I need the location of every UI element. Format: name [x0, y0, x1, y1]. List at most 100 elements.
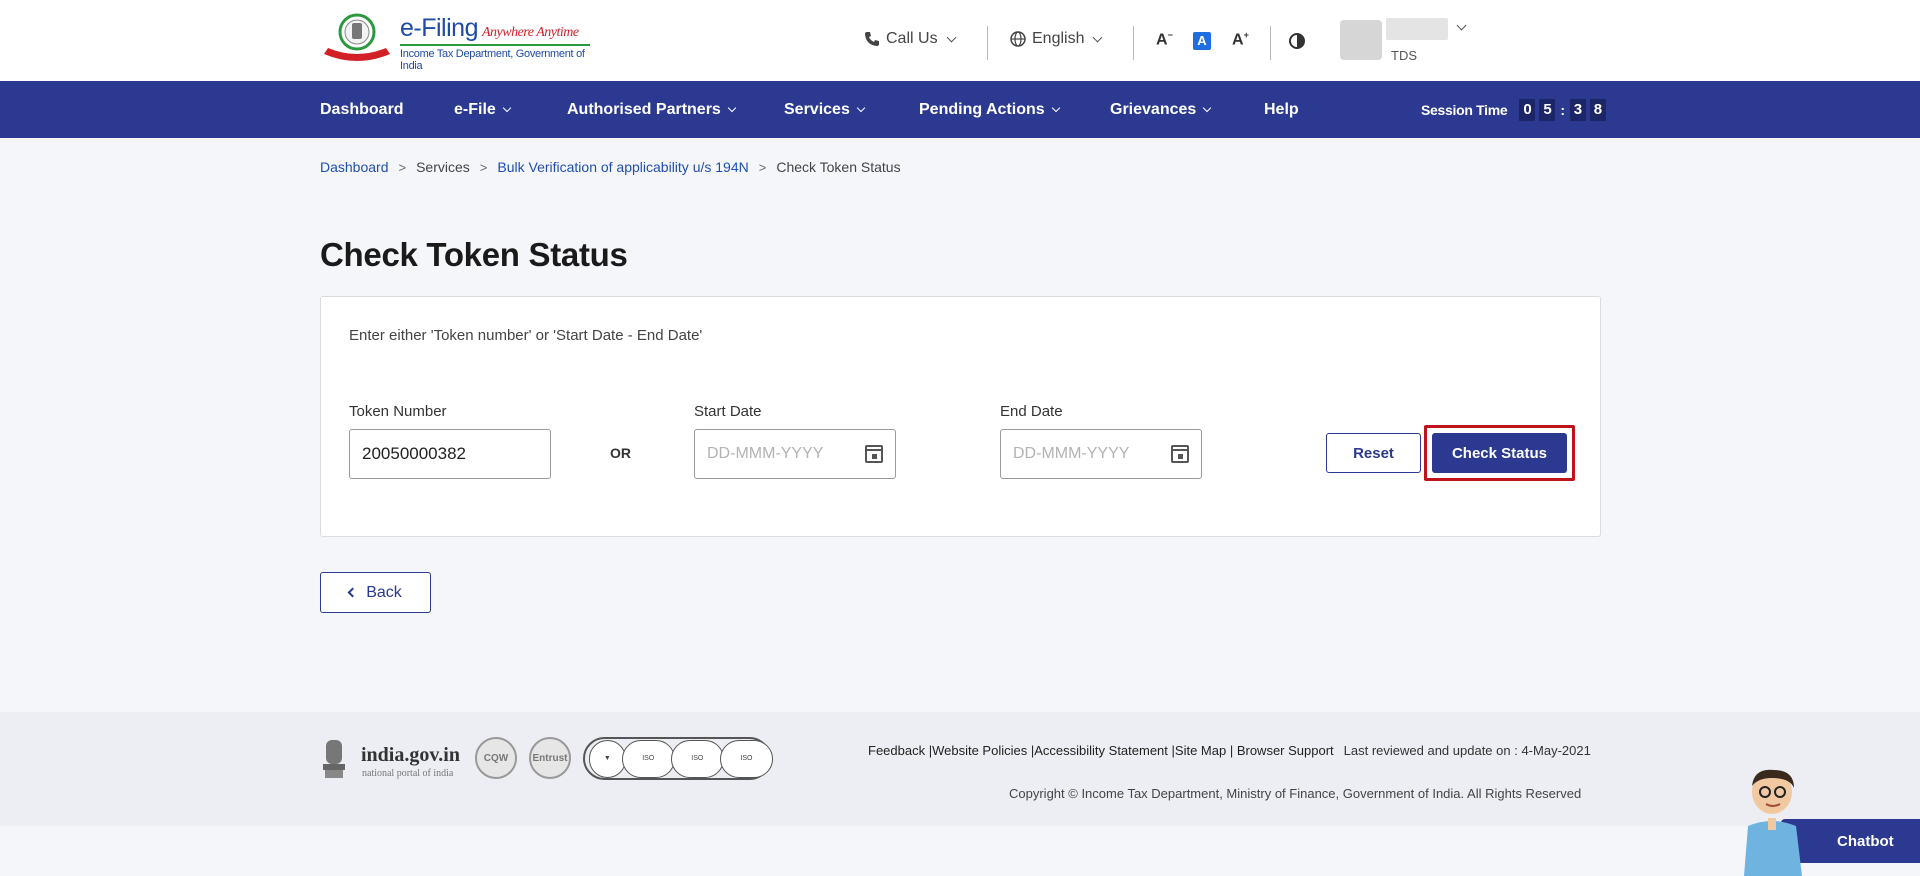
font-decrease-label: A: [1156, 31, 1168, 49]
nav-dashboard[interactable]: Dashboard: [320, 101, 404, 119]
check-status-highlight: Check Status: [1424, 425, 1575, 481]
back-label: Back: [366, 583, 402, 601]
call-us-dropdown[interactable]: Call Us: [864, 30, 957, 48]
token-number-label: Token Number: [349, 403, 447, 420]
call-us-label: Call Us: [886, 30, 938, 47]
session-digit: 5: [1539, 99, 1556, 121]
chevron-down-icon: [1051, 103, 1060, 113]
entrust-seal-icon: Entrust: [529, 737, 571, 779]
main-nav: Dashboard e-File Authorised Partners Ser…: [0, 81, 1920, 138]
font-increase-button[interactable]: A+: [1232, 30, 1249, 49]
india-gov-link[interactable]: india.gov.in: [361, 744, 460, 767]
session-digit: 0: [1519, 99, 1536, 121]
chevron-down-icon: [1203, 103, 1212, 113]
user-role: TDS: [1391, 48, 1417, 63]
chevron-down-icon: [727, 103, 737, 113]
chevron-down-icon: [502, 103, 512, 113]
session-label: Session Time: [1421, 102, 1508, 118]
header-divider: [1133, 26, 1134, 60]
start-date-label: Start Date: [694, 403, 762, 420]
globe-icon: [1010, 31, 1026, 47]
iso-badge-icon: ISO: [621, 739, 675, 778]
footer-link-accessibility[interactable]: Accessibility Statement: [1034, 743, 1168, 758]
calendar-icon[interactable]: [865, 445, 883, 463]
session-timer: Session Time 0 5 : 3 8: [1421, 99, 1606, 121]
header-divider: [987, 26, 988, 60]
nav-grievances-label: Grievances: [1110, 101, 1197, 118]
last-reviewed: Last reviewed and update on : 4-May-2021: [1343, 743, 1591, 758]
nav-grievances[interactable]: Grievances: [1110, 101, 1212, 119]
reset-button[interactable]: Reset: [1326, 433, 1421, 473]
session-digit: 3: [1569, 99, 1586, 121]
breadcrumb-dashboard[interactable]: Dashboard: [320, 159, 389, 175]
nav-authorised-partners[interactable]: Authorised Partners: [567, 101, 737, 119]
language-dropdown[interactable]: English: [1010, 30, 1103, 48]
page-title: Check Token Status: [320, 236, 628, 273]
chatbot-label[interactable]: Chatbot: [1837, 833, 1894, 850]
nav-authorised-partners-label: Authorised Partners: [567, 101, 721, 118]
calendar-icon[interactable]: [1171, 445, 1189, 463]
nav-efile[interactable]: e-File: [454, 101, 512, 119]
efiling-subtitle: Income Tax Department, Government of Ind…: [400, 44, 590, 72]
efiling-tagline: Anywhere Anytime: [481, 25, 579, 40]
user-menu-chevron-icon[interactable]: [1456, 20, 1467, 31]
back-button[interactable]: Back: [320, 572, 431, 613]
footer-link-browser-support[interactable]: Browser Support: [1237, 743, 1334, 758]
breadcrumb-bulk-verification[interactable]: Bulk Verification of applicability u/s 1…: [497, 159, 748, 175]
form-instruction: Enter either 'Token number' or 'Start Da…: [349, 327, 703, 344]
avatar[interactable]: [1340, 20, 1382, 60]
chevron-down-icon: [1093, 32, 1103, 42]
footer: india.gov.in national portal of india CQ…: [0, 712, 1920, 826]
font-increase-label: A: [1232, 31, 1244, 49]
breadcrumb-services: Services: [416, 159, 470, 175]
income-tax-emblem-icon: [324, 13, 390, 61]
font-decrease-button[interactable]: A−: [1156, 30, 1173, 49]
token-number-value: 20050000382: [362, 444, 467, 463]
contrast-toggle-icon[interactable]: [1289, 33, 1305, 49]
end-date-label: End Date: [1000, 403, 1063, 420]
nav-help-label: Help: [1264, 101, 1299, 118]
top-header: e-Filing Anywhere Anytime Income Tax Depa…: [0, 0, 1920, 81]
copyright: Copyright © Income Tax Department, Minis…: [1009, 786, 1582, 801]
chevron-down-icon: [856, 103, 866, 113]
end-date-input[interactable]: DD-MMM-YYYY: [1000, 429, 1202, 479]
phone-icon: [865, 32, 879, 46]
efiling-title: e-Filing Anywhere Anytime: [400, 14, 579, 43]
iso-certification-badges: ▼ ISO ISO ISO: [583, 737, 773, 780]
breadcrumb-separator: >: [758, 159, 767, 175]
iso-badge-icon: ISO: [670, 739, 724, 778]
start-date-placeholder: DD-MMM-YYYY: [707, 445, 824, 462]
end-date-placeholder: DD-MMM-YYYY: [1013, 445, 1130, 462]
efiling-logo[interactable]: e-Filing Anywhere Anytime Income Tax Depa…: [320, 10, 590, 72]
iso-badge-icon: ▼: [589, 739, 626, 778]
breadcrumb-current: Check Token Status: [776, 159, 901, 175]
language-label: English: [1032, 30, 1085, 47]
footer-link-site-map[interactable]: Site Map: [1175, 743, 1226, 758]
efiling-title-text: e-Filing: [400, 14, 478, 42]
session-colon: :: [1560, 102, 1565, 118]
chevron-left-icon: [347, 587, 358, 598]
font-normal-button[interactable]: A: [1193, 32, 1211, 50]
session-digit: 8: [1589, 99, 1606, 121]
breadcrumb-separator: >: [479, 159, 488, 175]
user-name-placeholder: [1386, 18, 1448, 40]
chatbot-avatar-icon[interactable]: [1738, 766, 1810, 876]
footer-links: Feedback |Website Policies |Accessibilit…: [868, 743, 1591, 758]
check-status-button[interactable]: Check Status: [1432, 433, 1567, 473]
footer-link-feedback[interactable]: Feedback: [868, 743, 925, 758]
chevron-down-icon: [946, 32, 957, 42]
cqw-seal-icon: CQW: [475, 737, 517, 779]
nav-help[interactable]: Help: [1264, 101, 1299, 119]
india-gov-subtitle: national portal of india: [362, 768, 454, 779]
footer-link-website-policies[interactable]: Website Policies: [932, 743, 1027, 758]
token-number-input[interactable]: 20050000382: [349, 429, 551, 479]
nav-dashboard-label: Dashboard: [320, 101, 404, 118]
header-divider: [1270, 26, 1271, 60]
nav-services[interactable]: Services: [784, 101, 866, 119]
iso-badge-icon: ISO: [719, 739, 773, 778]
nav-pending-actions-label: Pending Actions: [919, 101, 1045, 118]
start-date-input[interactable]: DD-MMM-YYYY: [694, 429, 896, 479]
nav-pending-actions[interactable]: Pending Actions: [919, 101, 1060, 119]
or-separator: OR: [610, 445, 631, 461]
breadcrumb: Dashboard > Services > Bulk Verification…: [320, 159, 901, 175]
